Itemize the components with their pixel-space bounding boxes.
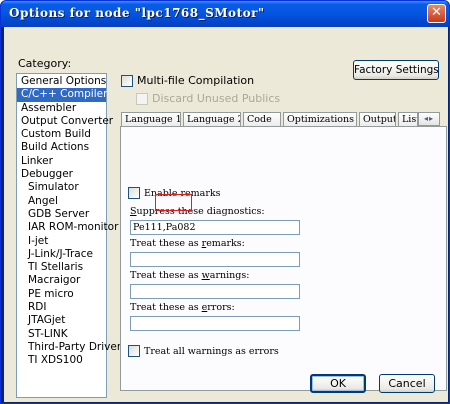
category-item-output-converter[interactable]: Output Converter [17, 115, 113, 128]
ok-button[interactable]: OK [310, 374, 366, 393]
checkbox-icon [128, 187, 140, 199]
tab-optimizations[interactable]: Optimizations [283, 112, 357, 126]
multi-file-compilation-label: Multi-file Compilation [137, 74, 255, 87]
category-item-debugger[interactable]: Debugger [17, 168, 106, 181]
category-item-jtagjet[interactable]: JTAGjet [17, 314, 106, 327]
tab-list[interactable]: List [398, 112, 418, 126]
window-title: Options for node "lpc1768_SMotor" [9, 6, 265, 20]
factory-settings-button[interactable]: Factory Settings [353, 60, 439, 80]
close-button[interactable]: ✕ [427, 4, 446, 23]
treat-as-errors-input[interactable] [130, 316, 300, 331]
options-tabs: Language 1 Language 2 Code Optimizations… [121, 112, 441, 126]
multi-file-compilation-checkbox[interactable]: Multi-file Compilation [121, 74, 254, 87]
treat-all-warnings-as-errors-checkbox[interactable]: Treat all warnings as errors [128, 345, 279, 357]
category-item-custom-build[interactable]: Custom Build [17, 128, 106, 141]
category-item-general-options[interactable]: General Options [17, 75, 106, 88]
category-item-st-link[interactable]: ST-LINK [17, 328, 106, 341]
category-item-iar-rom-monitor[interactable]: IAR ROM-monitor [17, 221, 118, 234]
treat-as-warnings-label: Treat these as warnings: [130, 270, 250, 281]
category-item-rdi[interactable]: RDI [17, 301, 106, 314]
category-label: Category: [18, 57, 72, 70]
category-item-ti-stellaris[interactable]: TI Stellaris [17, 261, 106, 274]
treat-as-warnings-input[interactable] [130, 284, 300, 299]
suppress-diagnostics-label: Suppress these diagnostics: [130, 206, 265, 217]
category-item-macraigor[interactable]: Macraigor [17, 274, 106, 287]
title-bar[interactable]: Options for node "lpc1768_SMotor" ✕ [1, 1, 449, 27]
category-item-i-jet[interactable]: I-jet [17, 235, 106, 248]
discard-unused-publics-checkbox: Discard Unused Publics [136, 92, 280, 105]
checkbox-icon [121, 74, 133, 87]
tab-language-1[interactable]: Language 1 [121, 112, 181, 126]
category-item-j-link-j-trace[interactable]: J-Link/J-Trace [17, 248, 106, 261]
category-item-assembler[interactable]: Assembler [17, 102, 106, 115]
tab-language-2[interactable]: Language 2 [183, 112, 241, 126]
category-item-build-actions[interactable]: Build Actions [17, 141, 106, 154]
tab-scroll-arrows-icon[interactable]: ◂▸ [418, 112, 440, 126]
category-item-angel[interactable]: Angel [17, 195, 106, 208]
options-dialog: Options for node "lpc1768_SMotor" ✕ Cate… [0, 0, 450, 404]
category-item-gdb-server[interactable]: GDB Server [17, 208, 106, 221]
tab-code[interactable]: Code [243, 112, 281, 126]
diagnostics-panel: Enable remarks Suppress these diagnostic… [120, 126, 447, 391]
treat-as-errors-label: Treat these as errors: [130, 302, 235, 313]
treat-as-remarks-label: Treat these as remarks: [130, 238, 245, 249]
treat-all-warnings-as-errors-label: Treat all warnings as errors [144, 345, 279, 357]
close-icon: ✕ [431, 5, 442, 20]
category-item-c-c-compiler[interactable]: C/C++ Compiler [17, 88, 107, 102]
discard-unused-publics-label: Discard Unused Publics [152, 92, 281, 105]
checkbox-icon [136, 92, 148, 105]
category-list[interactable]: General Options C/C++ Compiler Assembler Ou… [16, 73, 121, 398]
checkbox-icon [128, 345, 140, 357]
suppress-diagnostics-input[interactable]: Pe111,Pa082 [130, 220, 300, 235]
tab-output[interactable]: Output [359, 112, 396, 126]
dialog-body: Category: General Options C/C++ Compiler A… [4, 27, 448, 402]
category-item-third-party-driver[interactable]: Third-Party Driver [17, 341, 121, 354]
category-item-ti-xds100[interactable]: TI XDS100 [17, 354, 106, 367]
treat-as-remarks-input[interactable] [130, 252, 300, 267]
category-item-linker[interactable]: Linker [17, 155, 106, 168]
annotation-highlight-box [155, 194, 192, 211]
category-item-simulator[interactable]: Simulator [17, 181, 106, 194]
cancel-button[interactable]: Cancel [379, 374, 435, 393]
category-item-pe-micro[interactable]: PE micro [17, 288, 106, 301]
